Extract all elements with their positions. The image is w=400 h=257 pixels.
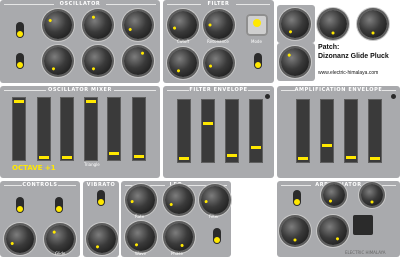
mixer-fader-2[interactable] [37,97,51,161]
arp-knob-3[interactable] [281,217,309,245]
mixer-fader-1[interactable] [12,97,26,161]
controls-switch-2[interactable] [55,197,63,213]
topright-knob-4[interactable] [281,48,309,76]
resonance-knob[interactable] [205,11,233,39]
mixer-fader-6[interactable] [132,97,146,161]
oscillator-header: OSCILLATOR [0,0,160,8]
filter-env-fader-3[interactable] [225,99,239,163]
arpeggiator-panel: ARPEGGIATOR ELECTRIC HIMALAYA [277,181,400,257]
amp-env-fader-1[interactable] [296,99,310,163]
mixer-fader-4[interactable] [84,97,98,161]
resonance-label: Resonance [207,39,229,44]
footer-brand: ELECTRIC HIMALAYA [345,250,386,255]
vibrato-switch[interactable] [97,190,105,206]
amp-env-fader-4[interactable] [368,99,382,163]
mixer-fader-3[interactable] [60,97,74,161]
filter-knob-3[interactable] [169,49,197,77]
oscillator-switch-2[interactable] [16,53,24,69]
filter-panel: FILTER Cutoff Resonance Mode [163,0,274,83]
filter-env-fader-1[interactable] [177,99,191,163]
glide-knob[interactable] [46,225,74,253]
arp-knob-2[interactable] [361,184,383,206]
topright-knob-1[interactable] [281,10,309,38]
vibrato-panel: VIBRATO [83,181,119,257]
oscillator-panel: OSCILLATOR [0,0,160,83]
lfo-filter-knob[interactable] [201,186,229,214]
wave-label: Wave [135,251,146,256]
patch-name: Dizonanz Glide Pluck [318,53,389,60]
osc-knob-5[interactable] [84,47,112,75]
patch-label: Patch: [318,44,340,51]
lfo-phase-knob[interactable] [165,223,193,251]
controls-switch-1[interactable] [16,197,24,213]
oscillator-mixer-header: OSCILLATOR MIXER [0,86,160,94]
filter-knob-4[interactable] [205,49,233,77]
filter-switch[interactable] [254,53,262,69]
topright-knob-3[interactable] [359,10,387,38]
lfo-panel: LFO Rate Filter Wave Phase [121,181,231,257]
amp-env-fader-2[interactable] [320,99,334,163]
arp-knob-1[interactable] [323,184,345,206]
osc-knob-2[interactable] [84,11,112,39]
osc-knob-3[interactable] [124,11,152,39]
mode-label: Mode [251,39,262,44]
website-link[interactable]: www.electric-himalaya.com [318,70,378,76]
amp-envelope-led [391,94,396,99]
filter-header: FILTER [163,0,274,8]
filter-envelope-led [265,94,270,99]
rate-label: Rate [135,214,145,219]
mode-led [253,19,261,27]
amp-env-fader-3[interactable] [344,99,358,163]
arp-display [353,215,373,235]
filter-env-fader-4[interactable] [249,99,263,163]
filter-envelope-panel: FILTER ENVELOPE [163,86,274,178]
lfo-wave-knob[interactable] [127,223,155,251]
oscillator-mixer-panel: OSCILLATOR MIXER Triangle OCTAVE +1 [0,86,160,178]
octave-indicator: OCTAVE +1 [12,164,56,172]
osc-knob-6[interactable] [124,47,152,75]
phase-label: Phase [171,251,183,256]
triangle-label: Triangle [84,162,100,167]
arp-switch[interactable] [293,190,301,206]
oscillator-switch[interactable] [16,22,24,38]
controls-knob-1[interactable] [6,225,34,253]
osc-knob-4[interactable] [44,47,72,75]
controls-panel: CONTROLS Glide [0,181,80,257]
topright-knob-2[interactable] [319,10,347,38]
osc-knob-1[interactable] [44,11,72,39]
lfo-rate-knob[interactable] [127,186,155,214]
vibrato-knob[interactable] [88,225,116,253]
amplification-envelope-panel: AMPLIFICATION ENVELOPE [277,86,400,178]
mode-button[interactable] [246,14,268,36]
vibrato-header: VIBRATO [86,182,116,188]
cutoff-label: Cutoff [177,39,190,44]
filter-envelope-header: FILTER ENVELOPE [163,86,274,94]
lfo-knob-2[interactable] [165,186,193,214]
controls-header: CONTROLS [0,181,80,189]
glide-label: Glide [55,251,66,256]
mixer-fader-5[interactable] [107,97,121,161]
cutoff-knob[interactable] [169,11,197,39]
lfo-switch[interactable] [213,228,221,244]
amplification-envelope-header: AMPLIFICATION ENVELOPE [277,86,400,94]
filter-label: Filter [209,214,219,219]
arp-knob-4[interactable] [319,217,347,245]
filter-env-fader-2[interactable] [201,99,215,163]
